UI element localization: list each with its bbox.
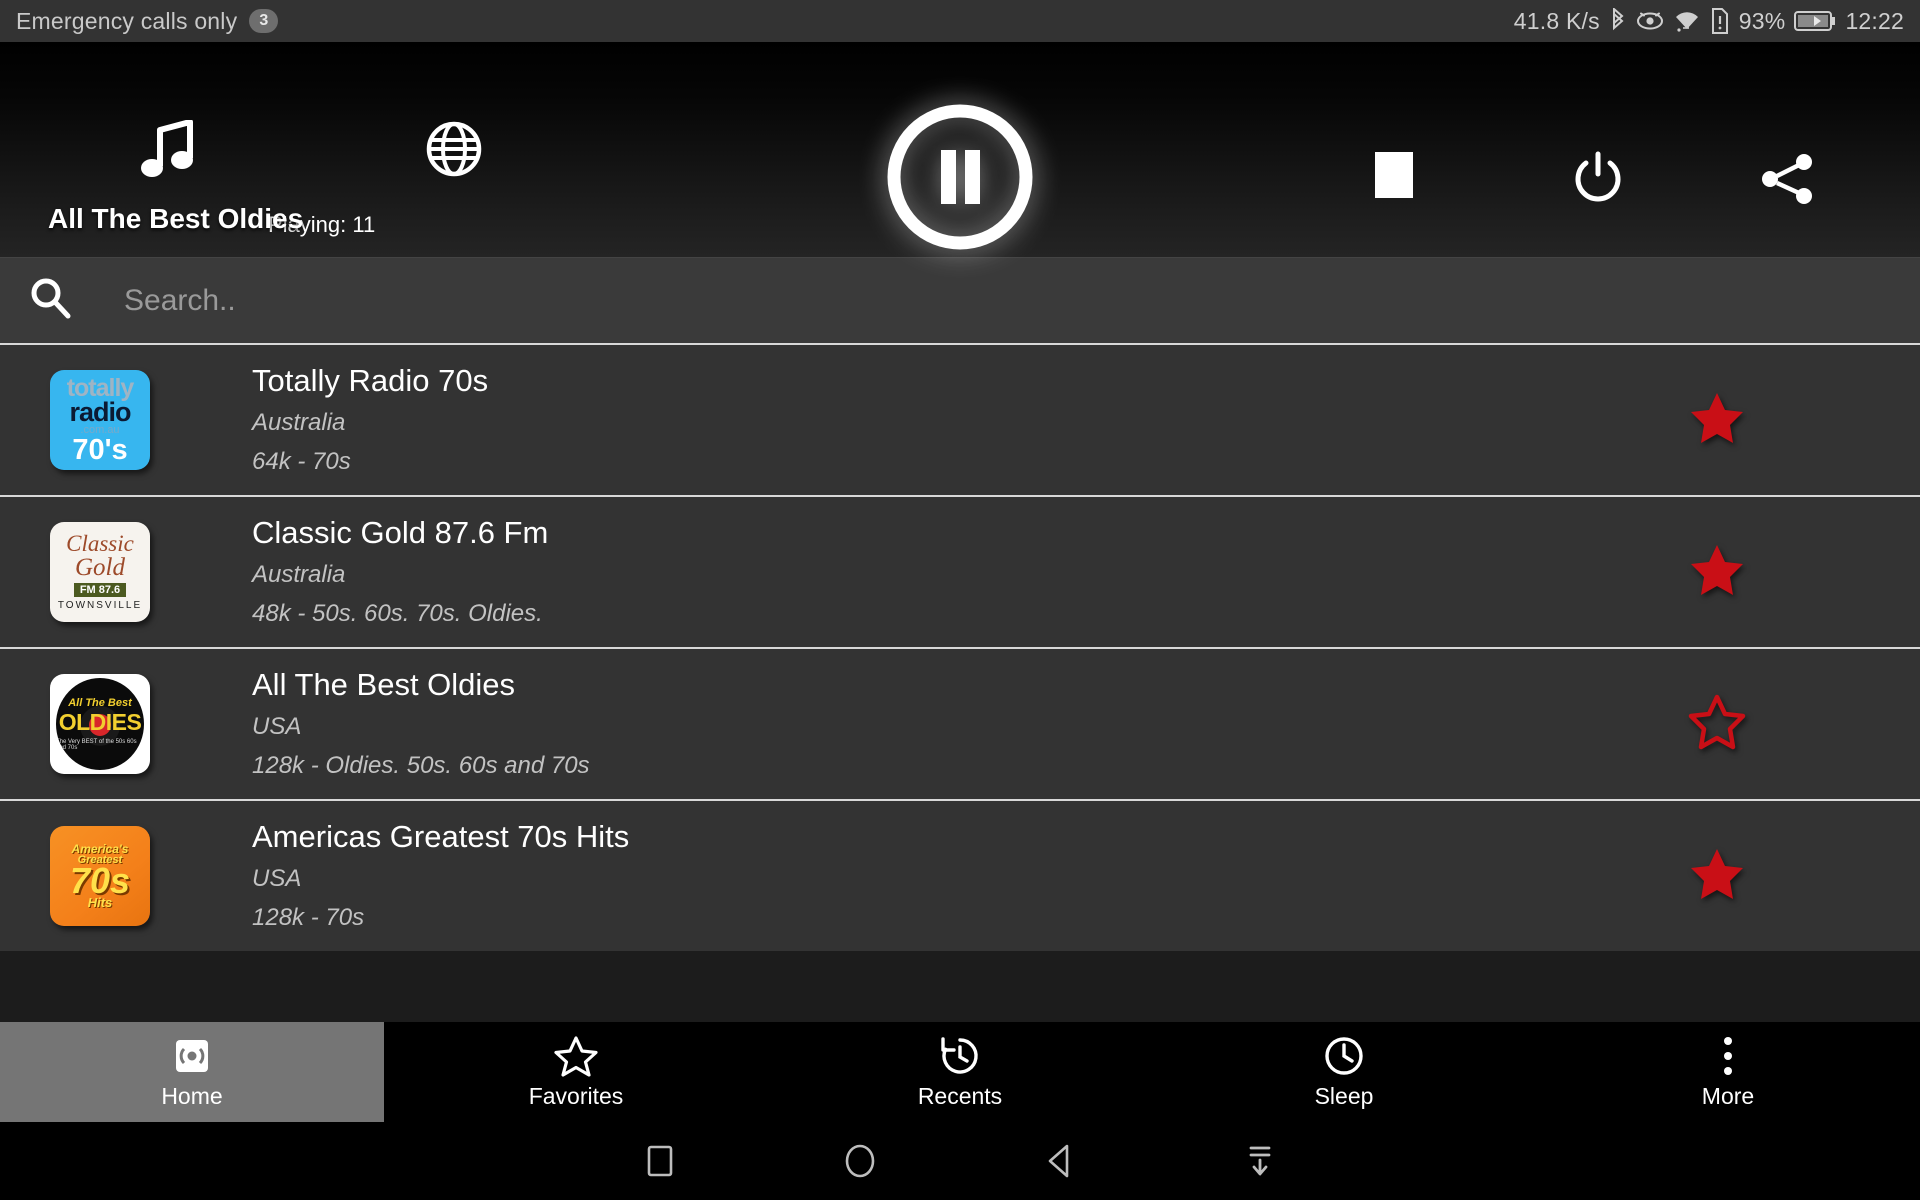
bottom-tab-bar: Home Favorites Recents Sleep More [0, 1022, 1920, 1122]
sim-alert-icon [1710, 8, 1730, 34]
wifi-icon [1673, 9, 1701, 33]
app-screen: Emergency calls only 3 41.8 K/s 93% 12:2… [0, 0, 1920, 1200]
table-row[interactable]: totally radio .com.au 70's Totally Radio… [0, 343, 1920, 495]
tab-more[interactable]: More [1536, 1022, 1920, 1122]
radio-broadcast-icon [170, 1035, 214, 1077]
bluetooth-icon [1609, 8, 1627, 34]
clock-text: 12:22 [1845, 7, 1904, 34]
logo-line: TOWNSVILLE [57, 599, 143, 611]
station-meta: 128k - 70s [252, 904, 365, 932]
status-bar-right: 41.8 K/s 93% 12:22 [1514, 8, 1904, 35]
station-name: All The Best Oldies [252, 666, 516, 702]
logo-line: Hits [87, 894, 113, 910]
station-country: Australia [252, 561, 346, 589]
pause-circle-icon[interactable] [881, 98, 1039, 256]
home-circle-icon[interactable] [760, 1141, 960, 1181]
table-row[interactable]: Classic Gold FM 87.6 TOWNSVILLE Classic … [0, 495, 1920, 647]
station-meta: 128k - Oldies. 50s. 60s and 70s [252, 752, 590, 780]
battery-percent-text: 93% [1738, 7, 1786, 34]
network-speed-text: 41.8 K/s [1513, 7, 1600, 34]
station-meta: 64k - 70s [252, 448, 351, 476]
history-icon [938, 1035, 982, 1077]
station-info: Americas Greatest 70s Hits USA 128k - 70… [252, 816, 1670, 937]
favorite-cell [1670, 390, 1920, 451]
station-info: All The Best Oldies USA 128k - Oldies. 5… [252, 664, 1670, 785]
totally-radio-70s-logo: totally radio .com.au 70's [50, 370, 150, 470]
tab-label: Favorites [528, 1082, 624, 1109]
station-list: totally radio .com.au 70's Totally Radio… [0, 343, 1920, 951]
clock-icon [1322, 1035, 1366, 1077]
favorite-star-icon[interactable] [1670, 694, 1746, 755]
favorite-star-icon[interactable] [1670, 846, 1746, 907]
tab-home[interactable]: Home [0, 1022, 384, 1122]
android-system-nav [0, 1122, 1920, 1200]
tab-label: Recents [917, 1082, 1003, 1109]
carrier-text: Emergency calls only [16, 7, 238, 34]
table-row[interactable]: All The Best OLDIES The Very BEST of the… [0, 647, 1920, 799]
hide-keyboard-icon[interactable] [1160, 1141, 1360, 1181]
favorite-cell [1670, 694, 1920, 755]
tab-favorites[interactable]: Favorites [384, 1022, 768, 1122]
star-outline-icon [554, 1035, 598, 1077]
table-row[interactable]: America's Greatest 70s Hits Americas Gre… [0, 799, 1920, 951]
station-info: Classic Gold 87.6 Fm Australia 48k - 50s… [252, 512, 1670, 633]
favorite-star-icon[interactable] [1670, 390, 1746, 451]
power-icon[interactable] [1570, 150, 1626, 211]
station-name: Classic Gold 87.6 Fm [252, 514, 549, 550]
search-icon [28, 276, 72, 325]
station-country: USA [252, 713, 302, 741]
tab-label: More [1701, 1082, 1755, 1109]
station-country: USA [252, 865, 302, 893]
overflow-menu-icon [1721, 1035, 1735, 1077]
search-input-wrapper [124, 283, 1920, 318]
tab-label: Home [161, 1082, 223, 1109]
logo-line: OLDIES [58, 709, 142, 735]
current-station-title: All The Best Oldies [48, 203, 304, 234]
tab-recents[interactable]: Recents [768, 1022, 1152, 1122]
favorite-star-icon[interactable] [1670, 542, 1746, 603]
status-bar-left: Emergency calls only 3 [16, 7, 279, 35]
back-triangle-icon[interactable] [960, 1141, 1160, 1181]
share-icon[interactable] [1760, 152, 1816, 211]
eye-icon [1636, 10, 1664, 32]
americas-greatest-70s-hits-logo: America's Greatest 70s Hits [50, 826, 150, 926]
logo-line: The Very BEST of the 50s 60s and 70s [56, 739, 137, 751]
status-bar: Emergency calls only 3 41.8 K/s 93% 12:2… [0, 0, 1920, 42]
search-bar[interactable] [0, 257, 1920, 343]
station-country: Australia [252, 409, 346, 437]
station-name: Americas Greatest 70s Hits [252, 818, 630, 854]
station-info: Totally Radio 70s Australia 64k - 70s [252, 360, 1670, 481]
stop-square-icon[interactable] [1375, 152, 1413, 198]
logo-line: FM 87.6 [73, 582, 127, 597]
tab-sleep[interactable]: Sleep [1152, 1022, 1536, 1122]
search-input[interactable] [124, 283, 1920, 318]
music-note-icon[interactable] [140, 119, 198, 187]
station-name: Totally Radio 70s [252, 362, 489, 398]
station-meta: 48k - 50s. 60s. 70s. Oldies. [252, 600, 543, 628]
globe-icon[interactable] [425, 120, 483, 183]
notification-count-badge: 3 [249, 9, 279, 33]
all-the-best-oldies-logo: All The Best OLDIES The Very BEST of the… [50, 674, 150, 774]
logo-line: All The Best [68, 697, 132, 709]
logo-line: 70's [72, 433, 128, 466]
tab-label: Sleep [1314, 1082, 1374, 1109]
logo-line: 70s [69, 860, 131, 902]
player-header: Playing: 11 All The Best Oldies [0, 42, 1920, 257]
logo-line: Classic [66, 531, 134, 557]
recents-square-icon[interactable] [560, 1142, 760, 1180]
favorite-cell [1670, 542, 1920, 603]
logo-line: Gold [75, 553, 125, 581]
classic-gold-logo: Classic Gold FM 87.6 TOWNSVILLE [50, 522, 150, 622]
favorite-cell [1670, 846, 1920, 907]
battery-charging-icon [1794, 9, 1836, 33]
